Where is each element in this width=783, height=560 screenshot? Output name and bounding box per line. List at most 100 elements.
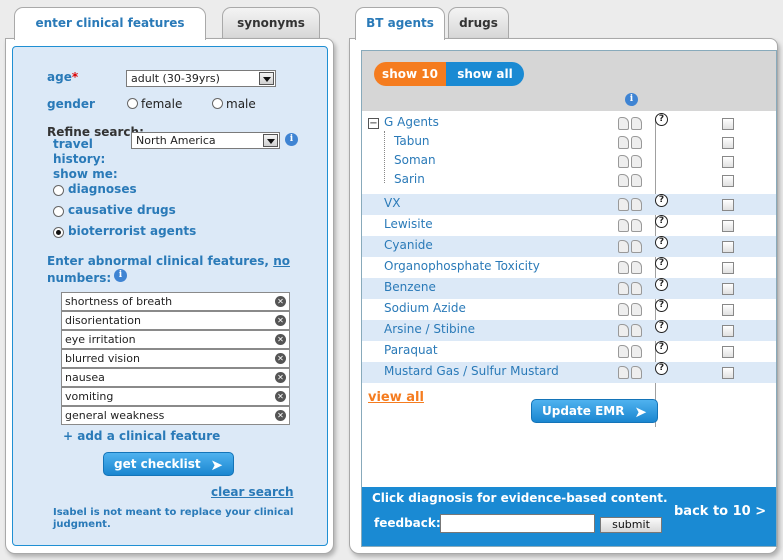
help-icon[interactable]: ?: [655, 236, 668, 249]
evidence-icons[interactable]: [618, 219, 646, 233]
agent-name[interactable]: Paraquat: [384, 343, 438, 357]
agent-name[interactable]: Organophosphate Toxicity: [384, 259, 540, 273]
feedback-input[interactable]: [440, 514, 595, 533]
list-item[interactable]: Soman: [362, 151, 776, 172]
clinical-feature-field[interactable]: general weakness ✕: [61, 406, 290, 425]
remove-icon[interactable]: ✕: [275, 372, 286, 383]
clinical-feature-field[interactable]: blurred vision ✕: [61, 349, 290, 368]
remove-icon[interactable]: ✕: [275, 334, 286, 345]
gender-male-radio[interactable]: [212, 98, 223, 109]
list-item[interactable]: Arsine / Stibine?: [362, 320, 776, 341]
info-icon[interactable]: i: [114, 269, 127, 282]
evidence-icons[interactable]: [618, 174, 646, 188]
agent-name[interactable]: VX: [384, 196, 400, 210]
help-icon[interactable]: ?: [655, 320, 668, 333]
remove-icon[interactable]: ✕: [275, 391, 286, 402]
agent-checkbox[interactable]: [722, 262, 734, 274]
submit-button[interactable]: submit: [600, 517, 662, 533]
agent-name[interactable]: Sarin: [394, 172, 425, 186]
evidence-icons[interactable]: [618, 324, 646, 338]
help-icon[interactable]: ?: [655, 341, 668, 354]
agent-checkbox[interactable]: [722, 241, 734, 253]
bioterrorist-agents-radio[interactable]: [53, 227, 64, 238]
back-to-10-link[interactable]: back to 10 >: [674, 504, 766, 519]
agent-checkbox[interactable]: [722, 304, 734, 316]
show-10-button[interactable]: show 10: [374, 62, 446, 86]
evidence-icons[interactable]: [618, 366, 646, 380]
agent-name[interactable]: Arsine / Stibine: [384, 322, 475, 336]
list-item[interactable]: Mustard Gas / Sulfur Mustard?: [362, 362, 776, 383]
evidence-icons[interactable]: [618, 198, 646, 212]
evidence-icons[interactable]: [618, 117, 646, 131]
tab-bt-agents[interactable]: BT agents: [355, 7, 445, 40]
travel-history-select[interactable]: North America: [131, 132, 280, 149]
tab-synonyms[interactable]: synonyms: [222, 7, 320, 39]
list-item[interactable]: Sodium Azide?: [362, 299, 776, 320]
info-icon[interactable]: i: [625, 93, 638, 106]
age-select[interactable]: adult (30-39yrs): [126, 70, 276, 87]
agent-checkbox[interactable]: [722, 220, 734, 232]
help-icon[interactable]: ?: [655, 215, 668, 228]
update-emr-button[interactable]: Update EMR ➤: [531, 399, 658, 423]
remove-icon[interactable]: ✕: [275, 296, 286, 307]
agent-checkbox[interactable]: [722, 367, 734, 379]
clinical-feature-field[interactable]: nausea ✕: [61, 368, 290, 387]
list-item[interactable]: − G Agents ?: [362, 113, 776, 134]
list-item[interactable]: Benzene?: [362, 278, 776, 299]
agent-checkbox[interactable]: [722, 118, 734, 130]
tab-drugs[interactable]: drugs: [448, 7, 509, 39]
agent-checkbox[interactable]: [722, 199, 734, 211]
diagnoses-radio[interactable]: [53, 185, 64, 196]
tab-enter-clinical-features[interactable]: enter clinical features: [14, 7, 206, 40]
evidence-icons[interactable]: [618, 136, 646, 150]
help-icon[interactable]: ?: [655, 278, 668, 291]
evidence-icons[interactable]: [618, 282, 646, 296]
collapse-toggle-icon[interactable]: −: [368, 118, 379, 129]
get-checklist-button[interactable]: get checklist ➤: [103, 452, 234, 476]
agent-checkbox[interactable]: [722, 325, 734, 337]
agent-checkbox[interactable]: [722, 156, 734, 168]
show-all-button[interactable]: show all: [446, 62, 524, 86]
agent-name[interactable]: Soman: [394, 153, 436, 167]
agent-name[interactable]: Tabun: [394, 134, 430, 148]
agent-name[interactable]: Cyanide: [384, 238, 433, 252]
list-item[interactable]: Tabun: [362, 132, 776, 153]
evidence-icons[interactable]: [618, 345, 646, 359]
agent-name[interactable]: Lewisite: [384, 217, 433, 231]
help-icon[interactable]: ?: [655, 113, 668, 126]
clinical-feature-field[interactable]: shortness of breath ✕: [61, 292, 290, 311]
list-item[interactable]: Sarin: [362, 170, 776, 191]
causative-drugs-radio[interactable]: [53, 206, 64, 217]
remove-icon[interactable]: ✕: [275, 353, 286, 364]
agent-name[interactable]: Sodium Azide: [384, 301, 466, 315]
agent-name[interactable]: Mustard Gas / Sulfur Mustard: [384, 364, 559, 378]
view-all-link[interactable]: view all: [368, 390, 424, 405]
gender-female-radio[interactable]: [127, 98, 138, 109]
clear-search-link[interactable]: clear search: [211, 485, 294, 499]
list-item[interactable]: Lewisite?: [362, 215, 776, 236]
no-numbers-link[interactable]: no: [273, 254, 290, 268]
evidence-icons[interactable]: [618, 261, 646, 275]
list-item[interactable]: Cyanide?: [362, 236, 776, 257]
clinical-feature-field[interactable]: disorientation ✕: [61, 311, 290, 330]
help-icon[interactable]: ?: [655, 194, 668, 207]
list-item[interactable]: Organophosphate Toxicity?: [362, 257, 776, 278]
help-icon[interactable]: ?: [655, 257, 668, 270]
evidence-icons[interactable]: [618, 155, 646, 169]
agent-name[interactable]: G Agents: [384, 115, 439, 129]
agent-checkbox[interactable]: [722, 175, 734, 187]
agent-name[interactable]: Benzene: [384, 280, 436, 294]
agent-checkbox[interactable]: [722, 137, 734, 149]
clinical-feature-field[interactable]: eye irritation ✕: [61, 330, 290, 349]
info-icon[interactable]: i: [285, 133, 298, 146]
agent-checkbox[interactable]: [722, 283, 734, 295]
list-item[interactable]: VX?: [362, 194, 776, 215]
list-item[interactable]: Paraquat?: [362, 341, 776, 362]
clinical-feature-field[interactable]: vomiting ✕: [61, 387, 290, 406]
evidence-icons[interactable]: [618, 303, 646, 317]
remove-icon[interactable]: ✕: [275, 410, 286, 421]
help-icon[interactable]: ?: [655, 299, 668, 312]
evidence-icons[interactable]: [618, 240, 646, 254]
remove-icon[interactable]: ✕: [275, 315, 286, 326]
help-icon[interactable]: ?: [655, 362, 668, 375]
